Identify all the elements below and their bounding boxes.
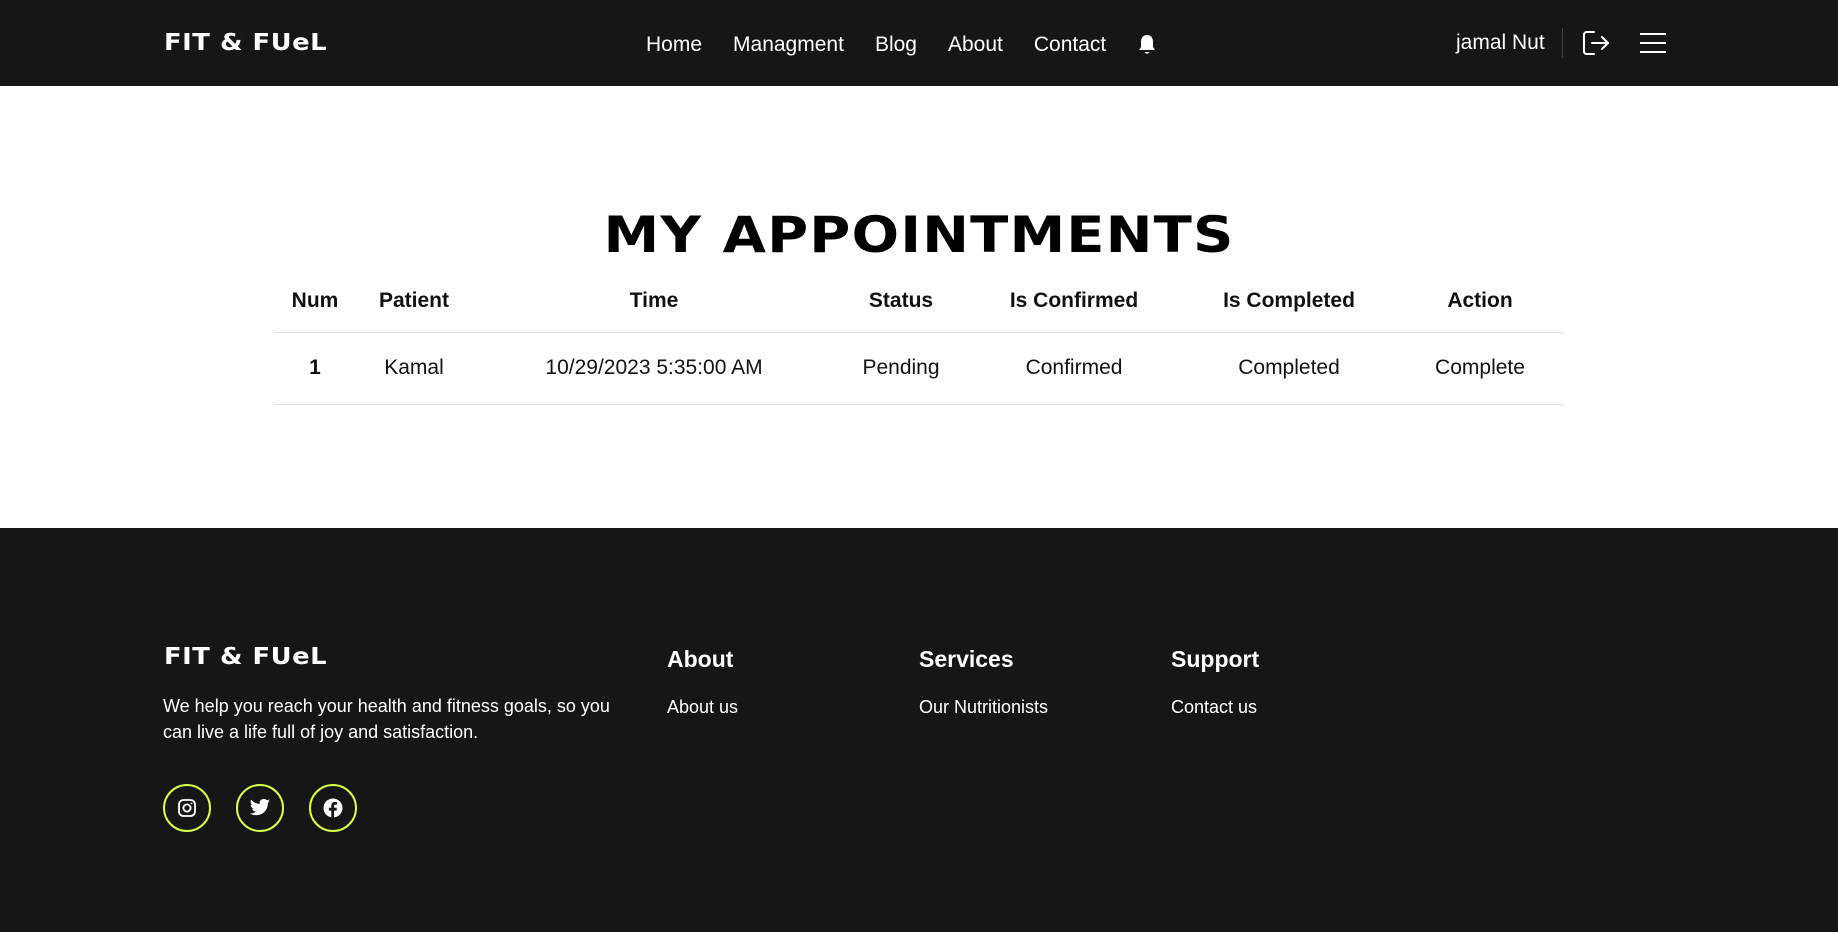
site-footer: FIT & FUeL We help you reach your health… (0, 528, 1838, 932)
top-navbar: FIT & FUeL Home Managment Blog About Con… (0, 0, 1838, 86)
table-row: 1 Kamal 10/29/2023 5:35:00 AM Pending Co… (274, 332, 1564, 405)
footer-column-support: Support Contact us (1171, 646, 1259, 718)
appointments-table: Num Patient Time Status Is Confirmed Is … (274, 270, 1564, 405)
complete-action-button[interactable]: Complete (1396, 332, 1564, 405)
footer-logo[interactable]: FIT & FUeL (164, 644, 327, 670)
user-name[interactable]: jamal Nut (1456, 28, 1563, 58)
instagram-icon[interactable] (163, 784, 211, 832)
footer-heading-services: Services (919, 646, 1014, 672)
column-header-status: Status (836, 270, 966, 333)
logout-icon[interactable] (1581, 28, 1611, 58)
cell-is-confirmed: Confirmed (966, 332, 1182, 405)
column-header-is-confirmed: Is Confirmed (966, 270, 1182, 333)
site-logo[interactable]: FIT & FUeL (164, 30, 327, 56)
nav-about-link[interactable]: About (948, 33, 1003, 57)
nav-contact-link[interactable]: Contact (1034, 33, 1106, 57)
nav-blog-link[interactable]: Blog (875, 33, 917, 57)
footer-description: We help you reach your health and fitnes… (163, 696, 610, 742)
cell-num: 1 (274, 332, 356, 405)
facebook-icon[interactable] (309, 784, 357, 832)
column-header-patient: Patient (356, 270, 472, 333)
cell-status: Pending (836, 332, 966, 405)
table-header-row: Num Patient Time Status Is Confirmed Is … (274, 270, 1564, 333)
main-nav: Home Managment Blog About Contact (646, 33, 1157, 57)
nav-management-link[interactable]: Managment (733, 33, 844, 57)
cell-is-completed: Completed (1182, 332, 1396, 405)
footer-column-services: Services Our Nutritionists (919, 646, 1048, 718)
cell-patient: Kamal (356, 332, 472, 405)
footer-link-our-nutritionists[interactable]: Our Nutritionists (919, 697, 1048, 718)
user-area: jamal Nut (1456, 28, 1667, 58)
social-links (163, 784, 382, 832)
twitter-icon[interactable] (236, 784, 284, 832)
footer-link-contact-us[interactable]: Contact us (1171, 697, 1259, 718)
footer-heading-support: Support (1171, 646, 1260, 672)
footer-heading-about: About (667, 646, 734, 672)
nav-home-link[interactable]: Home (646, 33, 702, 57)
notification-bell-icon[interactable] (1137, 34, 1157, 56)
footer-link-about-us[interactable]: About us (667, 697, 738, 718)
cell-time: 10/29/2023 5:35:00 AM (472, 332, 836, 405)
column-header-num: Num (274, 270, 356, 333)
column-header-is-completed: Is Completed (1182, 270, 1396, 333)
hamburger-menu-icon[interactable] (1639, 32, 1667, 54)
footer-column-about: About About us (667, 646, 738, 718)
column-header-action: Action (1396, 270, 1564, 333)
column-header-time: Time (472, 270, 836, 333)
page-title: MY APPOINTMENTS (603, 206, 1235, 264)
